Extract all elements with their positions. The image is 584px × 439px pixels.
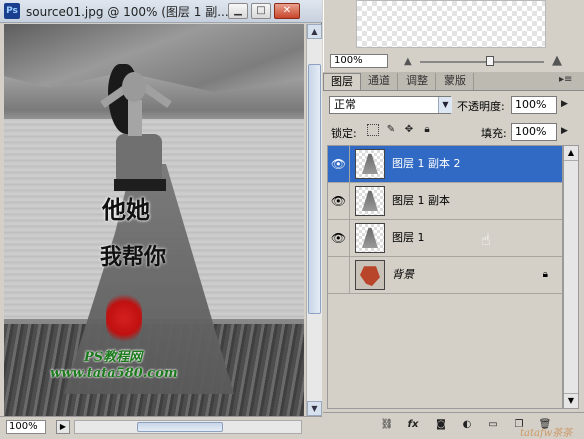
zoom-in-mountain-icon[interactable]: ▲	[552, 53, 562, 68]
woman-bodice	[116, 134, 162, 182]
blend-mode-select[interactable]: 正常 ▼	[329, 96, 452, 114]
minimize-button[interactable]: ▁	[228, 3, 248, 19]
lock-all-padlock-icon[interactable]: 🔒︎	[421, 124, 433, 136]
eye-visibility-toggle-empty[interactable]	[328, 257, 350, 293]
eye-visibility-icon[interactable]: 👁︎	[328, 146, 350, 182]
add-mask-icon[interactable]: ◙	[433, 418, 449, 432]
close-button[interactable]: ✕	[274, 3, 300, 19]
layer-row[interactable]: 背景 🔒︎	[328, 257, 562, 294]
layer-thumbnail	[355, 223, 385, 253]
photoshop-icon: Ps	[4, 3, 20, 19]
opacity-field[interactable]: 100%	[511, 96, 557, 114]
document-window: Ps source01.jpg @ 100% (图层 1 副... ▁ □ ✕ …	[0, 0, 322, 438]
fill-field[interactable]: 100%	[511, 123, 557, 141]
hand-cursor-icon: ☝︎	[481, 230, 491, 249]
calligraphy-line-2: 我帮你	[100, 244, 167, 270]
eye-visibility-icon[interactable]: 👁︎	[328, 220, 350, 256]
tab-adjustments[interactable]: 调整	[399, 73, 436, 90]
layer-thumbnail	[355, 186, 385, 216]
layers-panel: 图层 通道 调整 蒙版 ▸≡ 正常 ▼ 不透明度: 100% ▶ 锁定: ✎ ✥…	[323, 72, 584, 438]
eye-visibility-icon[interactable]: 👁︎	[328, 183, 350, 219]
document-title-bar[interactable]: Ps source01.jpg @ 100% (图层 1 副... ▁ □ ✕	[0, 0, 322, 23]
maximize-button[interactable]: □	[251, 3, 271, 19]
scroll-up-arrow-icon[interactable]: ▲	[307, 24, 322, 39]
zoom-out-mountain-icon[interactable]: ▲	[404, 56, 412, 67]
adjustment-layer-icon[interactable]: ◐	[459, 418, 475, 432]
vertical-scroll-thumb[interactable]	[308, 64, 321, 314]
blend-mode-value: 正常	[334, 98, 356, 111]
layers-scrollbar[interactable]: ▲ ▼	[563, 145, 579, 409]
layer-row[interactable]: 👁︎ 图层 1 副本	[328, 183, 562, 220]
navigator-panel: 100% ▲ ▲	[323, 0, 584, 72]
lock-icon: 🔒︎	[542, 269, 548, 280]
layer-name: 图层 1 副本 2	[392, 157, 461, 170]
horizontal-scrollbar[interactable]	[74, 420, 302, 434]
panel-tabs: 图层 通道 调整 蒙版 ▸≡	[323, 72, 584, 91]
woman-head	[122, 72, 146, 102]
watermark-site-name: PS教程网	[84, 350, 143, 365]
fill-arrow-icon[interactable]: ▶	[561, 126, 568, 136]
panel-menu-icon[interactable]: ▸≡	[559, 74, 572, 85]
layer-row[interactable]: 👁︎ 图层 1	[328, 220, 562, 257]
horizontal-scroll-thumb[interactable]	[137, 422, 223, 432]
scroll-down-arrow-icon[interactable]: ▼	[564, 393, 578, 408]
zoom-slider-thumb[interactable]	[486, 56, 494, 66]
layer-style-fx-icon[interactable]: fx	[405, 418, 421, 432]
woman-neck	[128, 100, 142, 136]
layer-name: 背景	[392, 268, 414, 281]
document-status-bar: 100% ▶	[0, 416, 322, 438]
status-menu-arrow-icon[interactable]: ▶	[56, 420, 70, 434]
lock-label: 锁定:	[331, 127, 357, 140]
navigator-preview[interactable]	[356, 0, 546, 48]
lock-transparent-pixels-icon[interactable]	[367, 124, 379, 136]
calligraphy-line-1: 他她	[102, 195, 150, 224]
layer-row[interactable]: 👁︎ 图层 1 副本 2	[328, 146, 562, 183]
layer-name: 图层 1 副本	[392, 194, 450, 207]
watermark-url: www.tata580.com	[50, 366, 178, 381]
lock-position-move-icon[interactable]: ✥	[403, 124, 415, 136]
tab-channels[interactable]: 通道	[361, 73, 398, 90]
scroll-up-arrow-icon[interactable]: ▲	[564, 146, 578, 161]
lock-image-pixels-brush-icon[interactable]: ✎	[385, 124, 397, 136]
document-canvas[interactable]: 他她 我帮你 PS教程网 www.tata580.com	[4, 24, 304, 416]
fill-label: 填充:	[481, 127, 507, 140]
new-group-folder-icon[interactable]: ▭	[485, 418, 501, 432]
woman-belt	[114, 179, 166, 191]
tab-masks[interactable]: 蒙版	[437, 73, 474, 90]
chevron-down-icon[interactable]: ▼	[438, 97, 452, 113]
vertical-scrollbar[interactable]: ▲ ▼	[306, 24, 322, 416]
layer-name: 图层 1	[392, 231, 425, 244]
zoom-slider-track[interactable]	[420, 61, 544, 63]
scroll-down-arrow-icon[interactable]: ▼	[307, 401, 322, 416]
layers-list: 👁︎ 图层 1 副本 2 👁︎ 图层 1 副本 👁︎ 图层 1 背景 🔒︎	[327, 145, 563, 409]
opacity-arrow-icon[interactable]: ▶	[561, 99, 568, 109]
layer-thumbnail	[355, 149, 385, 179]
red-seal-stamp	[106, 294, 142, 342]
opacity-label: 不透明度:	[457, 100, 505, 113]
tab-layers[interactable]: 图层	[323, 73, 361, 90]
navigator-zoom-field[interactable]: 100%	[330, 54, 388, 68]
zoom-level-field[interactable]: 100%	[6, 420, 46, 434]
document-title: source01.jpg @ 100% (图层 1 副...	[26, 5, 229, 19]
layer-thumbnail	[355, 260, 385, 290]
link-layers-icon[interactable]: ⛓︎	[379, 418, 395, 432]
